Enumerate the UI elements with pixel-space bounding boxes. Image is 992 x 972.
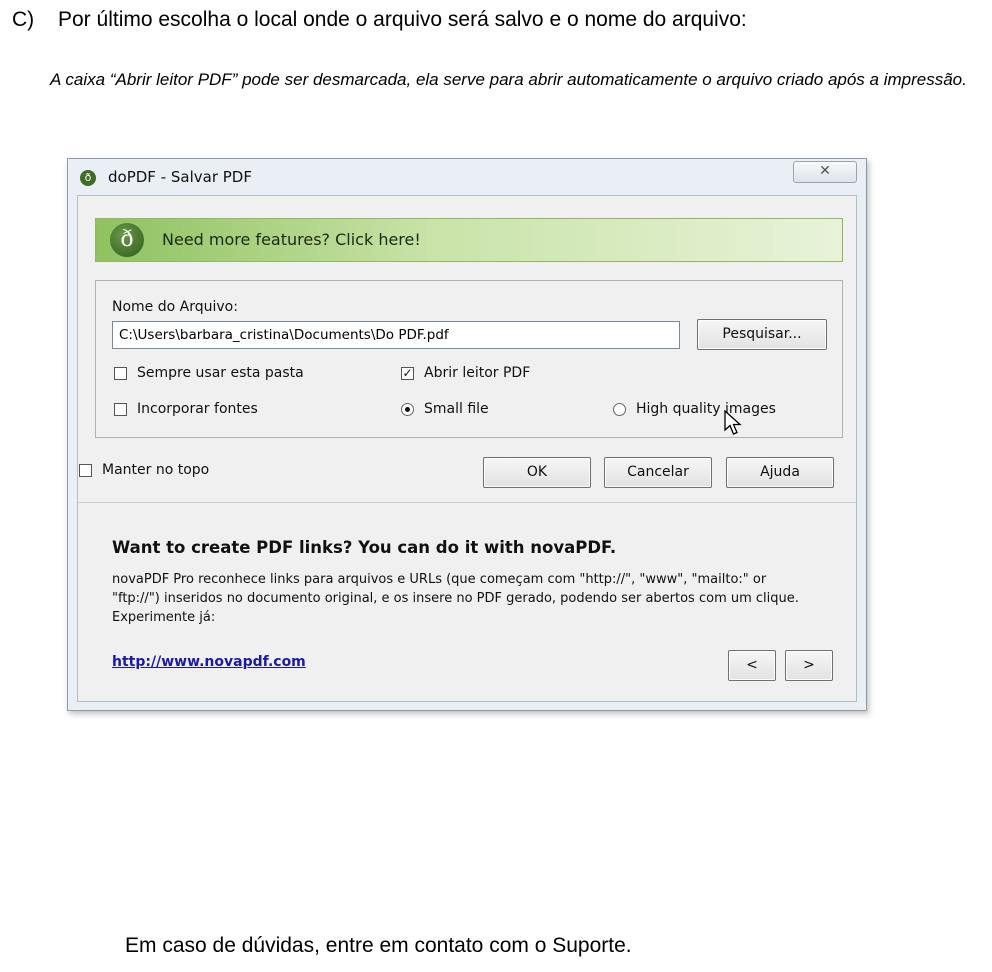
- cancel-button[interactable]: Cancelar: [604, 457, 712, 488]
- embed-fonts-checkbox[interactable]: Incorporar fontes: [114, 401, 258, 417]
- dopdf-logo-icon: ð: [110, 223, 144, 257]
- checkbox-label: Abrir leitor PDF: [424, 365, 531, 381]
- next-button-label: >: [803, 657, 815, 673]
- novapdf-link[interactable]: http://www.novapdf.com: [112, 654, 306, 670]
- cancel-button-label: Cancelar: [627, 464, 689, 480]
- previous-button[interactable]: <: [728, 650, 776, 681]
- info-text: novaPDF Pro reconhece links para arquivo…: [112, 572, 799, 625]
- close-button[interactable]: ✕: [793, 161, 857, 183]
- browse-button-label: Pesquisar...: [722, 326, 802, 342]
- section-divider: [78, 502, 856, 503]
- dialog-title: doPDF - Salvar PDF: [108, 168, 252, 186]
- help-button[interactable]: Ajuda: [726, 457, 834, 488]
- checkbox-box: [114, 366, 127, 380]
- step-marker: C): [12, 8, 35, 31]
- promo-banner[interactable]: ð Need more features? Click here!: [95, 218, 843, 262]
- checkmark-icon: ✓: [401, 365, 414, 380]
- checkbox-label: Manter no topo: [102, 462, 210, 478]
- checkbox-label: Incorporar fontes: [137, 401, 258, 417]
- ok-button[interactable]: OK: [483, 457, 591, 488]
- dialog-body: ð Need more features? Click here! Nome d…: [77, 195, 857, 702]
- heading-text: Por último escolha o local onde o arquiv…: [58, 8, 747, 31]
- ok-button-label: OK: [526, 464, 548, 480]
- promo-text: Need more features? Click here!: [162, 230, 421, 249]
- save-pdf-dialog: ð doPDF - Salvar PDF ✕ ð Need more featu…: [67, 158, 867, 711]
- checkbox-label: Sempre usar esta pasta: [137, 365, 304, 381]
- title-bar: ð doPDF - Salvar PDF ✕: [68, 159, 866, 195]
- close-icon: ✕: [819, 163, 831, 179]
- instruction-heading: C) Por último escolha o local onde o arqu…: [12, 8, 747, 32]
- radio-label: High quality images: [636, 401, 776, 417]
- instruction-note: A caixa “Abrir leitor PDF” pode ser desm…: [50, 70, 967, 89]
- small-file-radio[interactable]: Small file: [401, 401, 489, 417]
- open-pdf-reader-checkbox[interactable]: ✓ Abrir leitor PDF: [401, 365, 530, 381]
- filename-label: Nome do Arquivo:: [112, 299, 238, 315]
- checkbox-box: [79, 463, 92, 477]
- browse-button[interactable]: Pesquisar...: [697, 319, 827, 350]
- info-title: Want to create PDF links? You can do it …: [112, 538, 617, 557]
- radio-selected-icon: [401, 402, 414, 416]
- previous-button-label: <: [746, 657, 758, 673]
- radio-unselected-icon: [613, 402, 626, 416]
- mouse-pointer-icon: [724, 410, 742, 435]
- high-quality-radio[interactable]: High quality images: [613, 401, 776, 417]
- checkbox-box: [114, 402, 127, 416]
- support-footer: Em caso de dúvidas, entre em contato com…: [125, 934, 632, 957]
- keep-on-top-checkbox[interactable]: Manter no topo: [79, 462, 209, 478]
- filename-input[interactable]: [112, 321, 680, 349]
- radio-label: Small file: [424, 401, 489, 417]
- help-button-label: Ajuda: [760, 464, 800, 480]
- next-button[interactable]: >: [785, 650, 833, 681]
- dopdf-logo-icon: ð: [80, 170, 96, 186]
- always-use-folder-checkbox[interactable]: Sempre usar esta pasta: [114, 365, 304, 381]
